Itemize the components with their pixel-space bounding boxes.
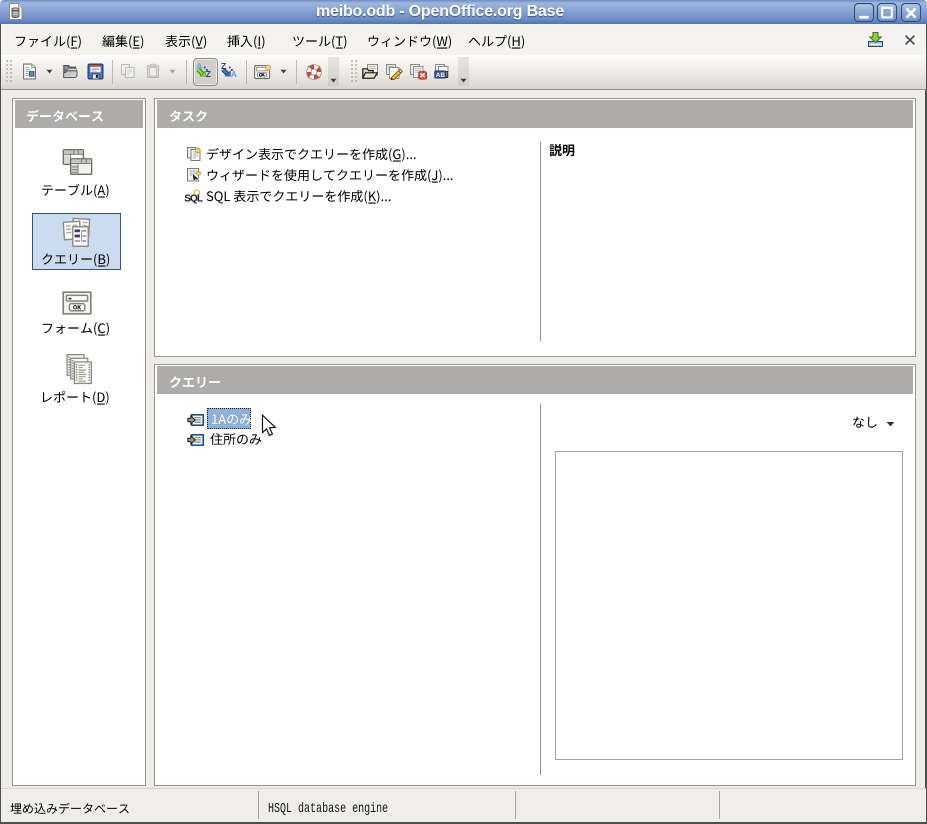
svg-text:A: A [231, 69, 237, 78]
svg-text:Z: Z [206, 69, 211, 78]
svg-text:AB: AB [436, 72, 446, 79]
svg-text:SQL: SQL [184, 193, 203, 204]
svg-text:OK: OK [73, 305, 82, 313]
